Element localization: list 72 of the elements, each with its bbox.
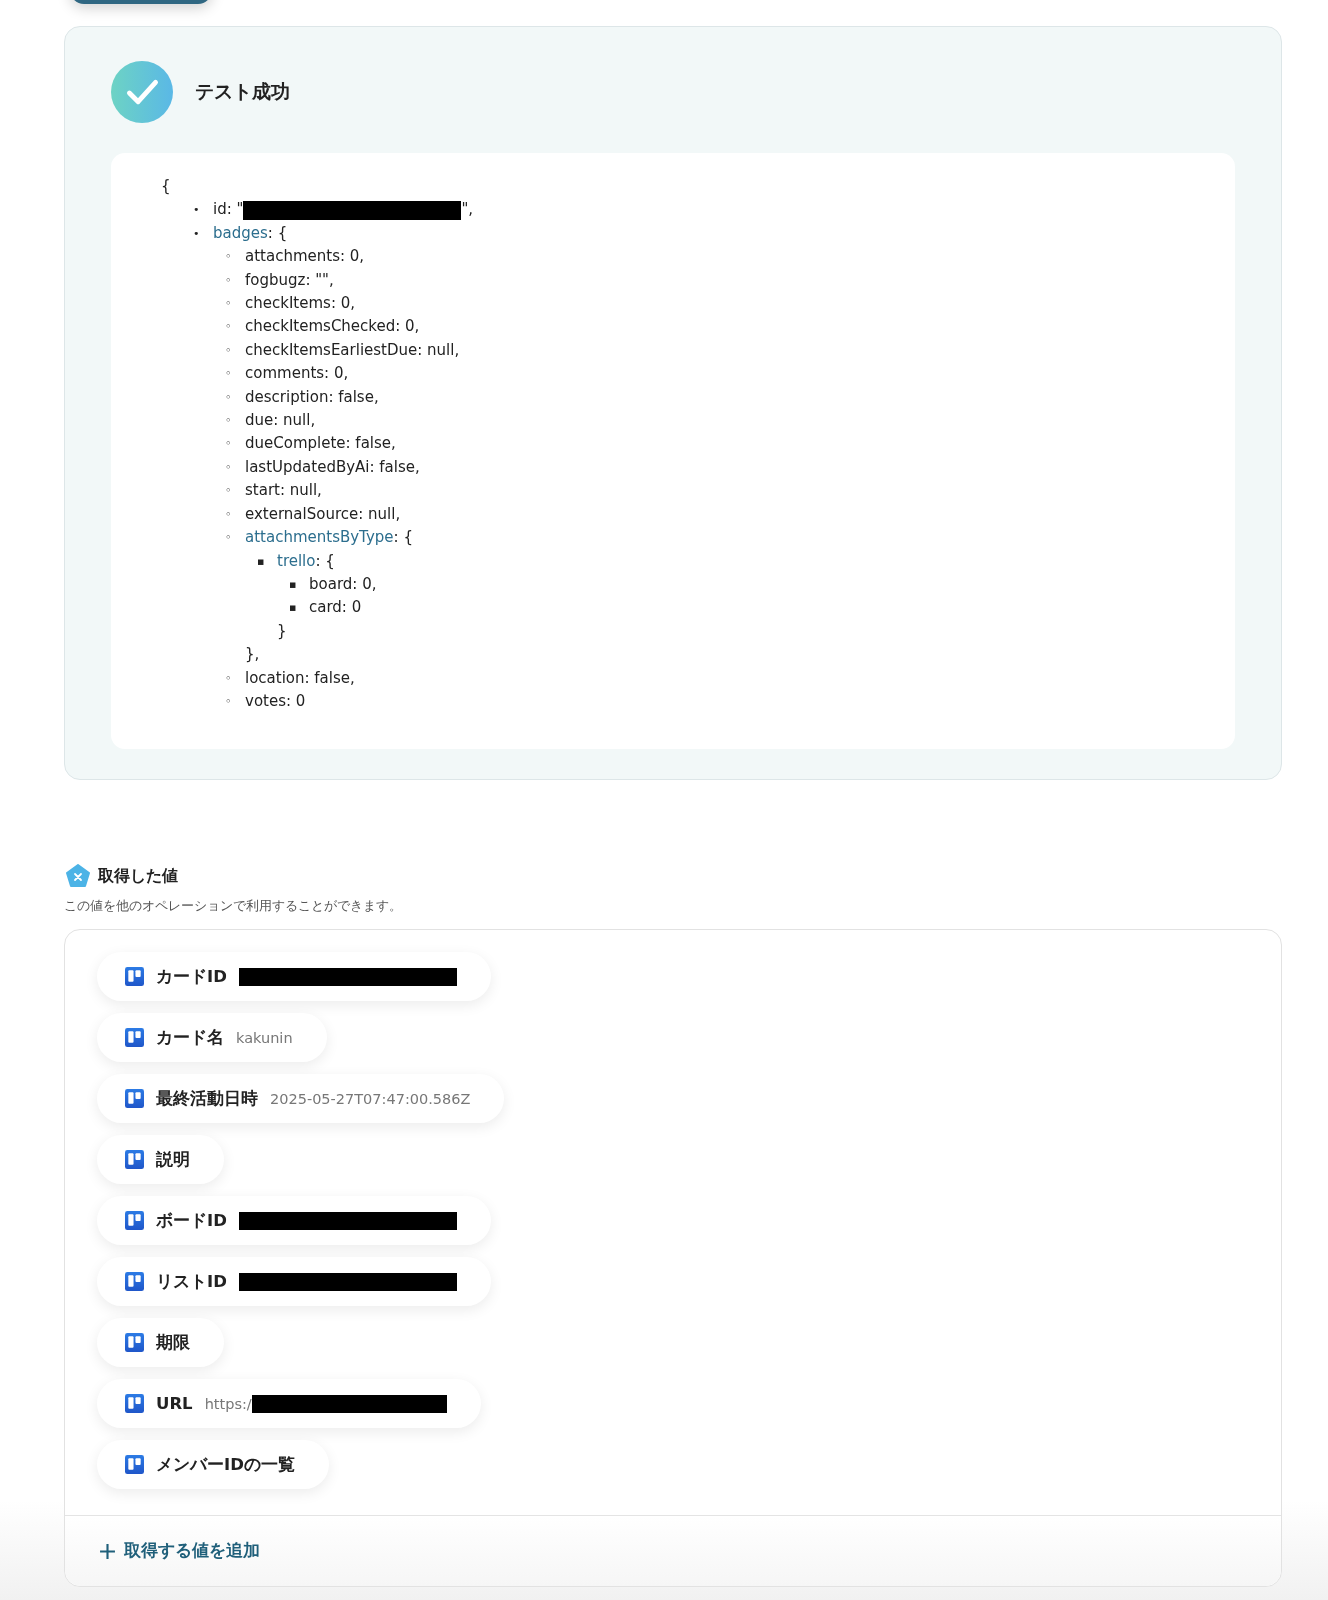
result-title: テスト成功 (195, 79, 290, 104)
json-text: checkItemsChecked: 0, (245, 316, 420, 338)
json-brace: } (277, 621, 287, 640)
value-chip[interactable]: URL https:/ (97, 1379, 481, 1428)
list-bullet: ◦ (225, 670, 233, 687)
list-bullet: ◦ (225, 483, 233, 500)
list-bullet: ◦ (225, 342, 233, 359)
list-bullet: ◦ (225, 296, 233, 313)
value-chip[interactable]: ボードID (97, 1196, 491, 1245)
board-icon (125, 1455, 144, 1474)
list-bullet: • (193, 202, 201, 219)
section-title: 取得した値 (98, 865, 178, 887)
variable-icon (66, 864, 90, 888)
list-bullet: ◦ (225, 249, 233, 266)
value-chip[interactable]: カードID (97, 952, 491, 1001)
json-text: comments: 0, (245, 363, 349, 385)
json-text: fogbugz: "", (245, 269, 334, 291)
json-text: board: 0, (309, 573, 377, 595)
value-chip[interactable]: メンバーIDの一覧 (97, 1440, 329, 1489)
list-bullet: ▪ (257, 553, 266, 570)
json-key: attachmentsByType (245, 526, 394, 550)
list-bullet: ◦ (225, 506, 233, 523)
list-bullet: ◦ (225, 366, 233, 383)
json-text: due: null, (245, 410, 316, 432)
board-icon (125, 1028, 144, 1047)
value-chip[interactable]: 最終活動日時 2025-05-27T07:47:00.586Z (97, 1074, 505, 1123)
board-icon (125, 1089, 144, 1108)
section-description: この値を他のオペレーションで利用することができます。 (64, 898, 403, 915)
board-icon (125, 967, 144, 986)
json-text: id: " (213, 199, 244, 221)
json-text: location: false, (245, 667, 355, 689)
json-key: badges (213, 221, 268, 246)
value-chip[interactable]: リストID (97, 1257, 491, 1306)
list-bullet: ◦ (225, 436, 233, 453)
json-brace: { (161, 177, 171, 195)
json-text: description: false, (245, 386, 379, 408)
json-text: externalSource: null, (245, 503, 401, 525)
list-bullet: ◦ (225, 459, 233, 476)
add-value-link[interactable]: 取得する値を追加 (99, 1540, 260, 1562)
json-key: trello (277, 549, 316, 573)
value-chip[interactable]: 説明 (97, 1135, 224, 1184)
json-text: : { (393, 527, 413, 549)
board-icon (125, 1394, 144, 1413)
json-text: card: 0 (309, 597, 362, 619)
board-icon (125, 1211, 144, 1230)
json-text: start: null, (245, 480, 322, 502)
json-text: attachments: 0, (245, 246, 365, 268)
list-bullet: ◦ (225, 319, 233, 336)
value-chip[interactable]: 期限 (97, 1318, 224, 1367)
list-bullet: • (193, 225, 201, 242)
json-text: dueComplete: false, (245, 433, 396, 455)
json-text: checkItems: 0, (245, 293, 355, 315)
board-icon (125, 1333, 144, 1352)
plus-icon (99, 1542, 116, 1560)
json-text: checkItemsEarliestDue: null, (245, 339, 460, 361)
list-bullet: ◦ (225, 389, 233, 406)
list-bullet: ▪ (289, 576, 298, 593)
json-brace: }, (245, 645, 260, 664)
check-icon (111, 61, 173, 123)
json-text: votes: 0 (245, 690, 306, 712)
board-icon (125, 1150, 144, 1169)
value-chip[interactable]: カード名 kakunin (97, 1013, 327, 1062)
json-text: : { (267, 222, 288, 244)
json-text: ", (461, 199, 474, 221)
list-bullet: ◦ (225, 272, 233, 289)
list-bullet: ▪ (289, 600, 298, 617)
list-bullet: ◦ (225, 413, 233, 430)
list-bullet: ◦ (225, 530, 233, 547)
json-text: lastUpdatedByAi: false, (245, 456, 420, 478)
json-text: : { (315, 550, 335, 572)
board-icon (125, 1272, 144, 1291)
list-bullet: ◦ (225, 693, 233, 710)
